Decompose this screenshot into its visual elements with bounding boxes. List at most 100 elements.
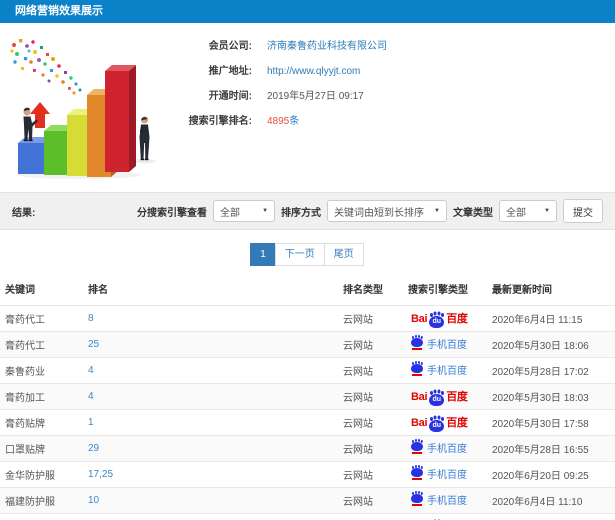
col-header-rank-type: 排名类型 xyxy=(343,285,383,296)
mobile-baidu-badge: 手机百度 xyxy=(411,335,467,351)
businessman-right xyxy=(134,116,156,164)
keyword-cell: 膏药代工 xyxy=(0,305,83,332)
rank-link[interactable]: 25 xyxy=(88,339,99,350)
engine-view-select[interactable]: 全部 xyxy=(213,200,276,222)
table-row: 膏药代工 25 云网站 手机百度 2020年5月30日 18:06 xyxy=(0,331,615,358)
info-row-open-time: 开通时间: 2019年5月27日 09:17 xyxy=(180,91,615,103)
mobile-baidu-paw-icon xyxy=(411,491,423,506)
rank-cell: 10 xyxy=(83,487,338,514)
update-time-cell: 2020年5月30日 17:58 xyxy=(487,409,615,436)
company-link[interactable]: 济南秦鲁药业科技有限公司 xyxy=(267,41,387,53)
bar-red xyxy=(105,65,136,172)
keyword-cell xyxy=(0,513,83,520)
rank-cell: 17,25 xyxy=(83,461,338,488)
mobile-baidu-badge: 手机百度 xyxy=(411,439,467,455)
rank-link[interactable]: 4 xyxy=(88,391,94,402)
results-table: 关键词 排名 排名类型 搜索引擎类型 最新更新时间 膏药代工 8 云网站 Bai… xyxy=(0,272,615,520)
info-fields: 会员公司: 济南秦鲁药业科技有限公司 推广地址: http://www.qlyy… xyxy=(180,31,615,183)
rank-type-cell: 云网站 xyxy=(338,305,403,332)
illustration-container xyxy=(0,31,180,183)
rank-link[interactable]: 29 xyxy=(88,443,99,454)
rank-type-cell xyxy=(338,513,403,520)
keyword-cell: 膏药加工 xyxy=(0,383,83,410)
sort-selected: 关键词由短到长排序 xyxy=(334,207,425,219)
col-header-rank: 排名 xyxy=(88,285,108,296)
table-row: Baidu百度 xyxy=(0,513,615,520)
submit-button[interactable]: 提交 xyxy=(563,199,603,223)
sort-label: 排序方式 xyxy=(281,207,322,219)
rank-count-label: 搜索引擎排名: xyxy=(188,116,252,127)
table-row: 口罩贴牌 29 云网站 手机百度 2020年5月28日 16:55 xyxy=(0,435,615,462)
rank-link[interactable]: 10 xyxy=(88,495,99,506)
update-time-cell: 2020年5月30日 18:03 xyxy=(487,383,615,410)
company-label: 会员公司: xyxy=(208,41,252,52)
rank-link[interactable]: 8 xyxy=(88,313,94,324)
keyword-cell: 膏药代工 xyxy=(0,331,83,358)
mobile-baidu-badge: 手机百度 xyxy=(411,361,467,377)
page-button-last[interactable]: 尾页 xyxy=(323,243,364,266)
keyword-cell: 膏药贴牌 xyxy=(0,409,83,436)
engine-type-cell: Baidu百度 xyxy=(403,305,487,332)
chevron-down-icon xyxy=(262,208,268,214)
engine-view-selected: 全部 xyxy=(220,207,241,219)
article-type-selected: 全部 xyxy=(506,207,526,219)
page-button-next[interactable]: 下一页 xyxy=(274,243,325,266)
promo-url-link[interactable]: http://www.qlyyjt.com xyxy=(267,66,360,78)
keyword-cell: 福建防护服 xyxy=(0,487,83,514)
keyword-cell: 口罩贴牌 xyxy=(0,435,83,462)
rank-type-cell: 云网站 xyxy=(338,383,403,410)
pagination: 1 下一页 尾页 xyxy=(0,243,615,266)
rank-count-unit[interactable]: 条 xyxy=(289,116,299,127)
table-row: 秦鲁药业 4 云网站 手机百度 2020年5月28日 17:02 xyxy=(0,357,615,384)
update-time-cell: 2020年5月28日 16:55 xyxy=(487,435,615,462)
engine-type-cell: 手机百度 xyxy=(403,487,487,514)
baidu-logo: Bai du 百度 xyxy=(411,390,468,406)
engine-type-cell: Baidu百度 xyxy=(403,513,487,520)
filter-bar: 结果: 分搜索引擎查看 全部 排序方式 关键词由短到长排序 文章类型 全部 提交 xyxy=(0,192,615,230)
table-header-row: 关键词 排名 排名类型 搜索引擎类型 最新更新时间 xyxy=(0,272,615,306)
baidu-paw-icon: du xyxy=(429,312,445,328)
rank-type-cell: 云网站 xyxy=(338,409,403,436)
filter-controls: 分搜索引擎查看 全部 排序方式 关键词由短到长排序 文章类型 全部 提交 xyxy=(137,199,603,223)
sort-select[interactable]: 关键词由短到长排序 xyxy=(327,200,447,222)
article-type-select[interactable]: 全部 xyxy=(499,200,557,222)
info-section: 会员公司: 济南秦鲁药业科技有限公司 推广地址: http://www.qlyy… xyxy=(0,23,615,183)
rank-cell: 29 xyxy=(83,435,338,462)
rank-link[interactable]: 17,25 xyxy=(88,469,113,480)
update-time-cell: 2020年6月4日 11:15 xyxy=(487,305,615,332)
chevron-down-icon xyxy=(544,208,550,214)
rank-count-value: 4895 xyxy=(267,116,290,127)
baidu-logo: Bai du 百度 xyxy=(411,416,468,432)
col-header-keyword: 关键词 xyxy=(5,285,35,296)
table-row: 福建防护服 10 云网站 手机百度 2020年6月4日 11:10 xyxy=(0,487,615,514)
rank-type-cell: 云网站 xyxy=(338,357,403,384)
baidu-logo: Bai du 百度 xyxy=(411,312,468,328)
engine-type-cell: 手机百度 xyxy=(403,331,487,358)
update-time-cell: 2020年5月30日 18:06 xyxy=(487,331,615,358)
mobile-baidu-paw-icon xyxy=(411,465,423,480)
table-row: 膏药贴牌 1 云网站 Bai du 百度 2020年5月30日 17:58 xyxy=(0,409,615,436)
article-type-label: 文章类型 xyxy=(453,207,493,219)
page-title: 网络营销效果展示 xyxy=(15,5,103,17)
engine-type-cell: 手机百度 xyxy=(403,357,487,384)
rank-link[interactable]: 4 xyxy=(88,365,94,376)
rank-type-cell: 云网站 xyxy=(338,331,403,358)
update-time-cell: 2020年5月28日 17:02 xyxy=(487,357,615,384)
open-time-value: 2019年5月27日 09:17 xyxy=(267,91,364,102)
engine-type-cell: 手机百度 xyxy=(403,435,487,462)
baidu-paw-icon: du xyxy=(429,416,445,432)
rank-cell: 25 xyxy=(83,331,338,358)
rank-link[interactable]: 1 xyxy=(88,417,94,428)
baidu-paw-icon: du xyxy=(429,390,445,406)
engine-type-cell: Baidu百度 xyxy=(403,409,487,436)
rank-type-cell: 云网站 xyxy=(338,435,403,462)
col-header-update-time: 最新更新时间 xyxy=(492,285,552,296)
page-button-current[interactable]: 1 xyxy=(250,243,276,266)
info-row-rank-count: 搜索引擎排名: 4895条 xyxy=(180,116,615,128)
rank-cell xyxy=(83,513,338,520)
keyword-cell: 秦鲁药业 xyxy=(0,357,83,384)
mobile-baidu-paw-icon xyxy=(411,335,423,350)
update-time-cell xyxy=(487,513,615,520)
rank-cell: 4 xyxy=(83,383,338,410)
info-row-company: 会员公司: 济南秦鲁药业科技有限公司 xyxy=(180,41,615,53)
